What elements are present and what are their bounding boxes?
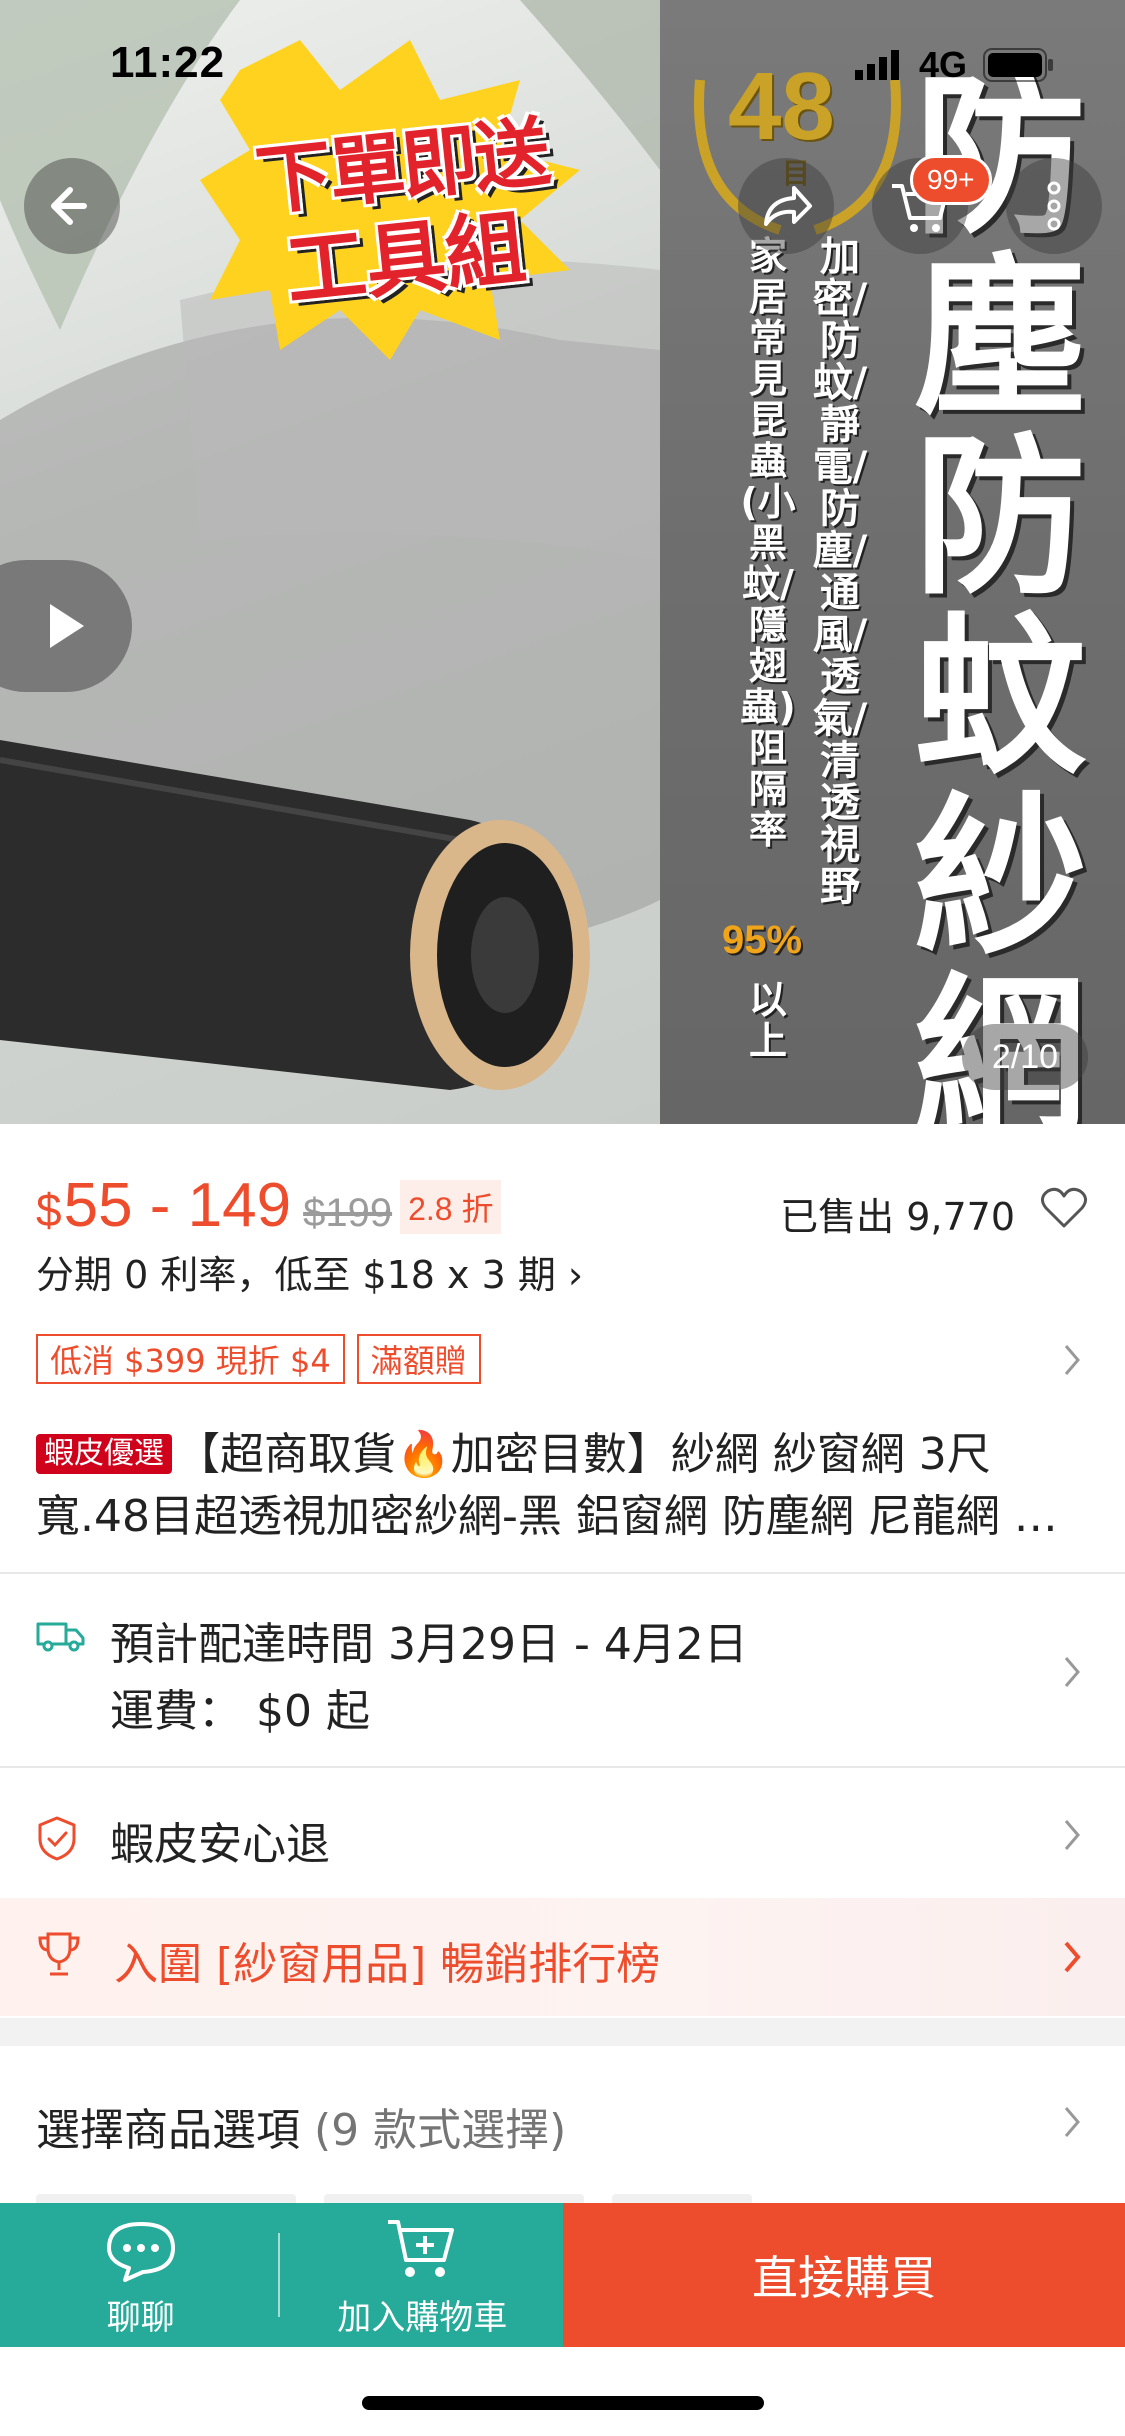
back-button[interactable]: [24, 158, 120, 254]
chevron-right-icon[interactable]: [1060, 1815, 1084, 1855]
variation-selector[interactable]: 選擇商品選項 (9 款式選擇): [36, 2094, 566, 2158]
promo-tag[interactable]: 低消 $399 現折 $4: [36, 1334, 345, 1384]
delivery-estimate[interactable]: 預計配達時間 3月29日 - 4月2日: [110, 1608, 748, 1672]
chat-icon: [106, 2222, 175, 2282]
product-image-carousel[interactable]: 下單即送 工具組 48 目 防塵防蚊紗網 加密/防蚊/靜電/防塵/通風/透氣/清…: [0, 0, 1125, 1124]
original-price: $199: [303, 1191, 393, 1235]
return-guarantee[interactable]: 蝦皮安心退: [110, 1808, 330, 1872]
add-to-cart-label: 加入購物車: [337, 2298, 508, 2338]
preferred-seller-badge: 蝦皮優選: [36, 1434, 172, 1474]
more-button[interactable]: [1006, 158, 1102, 254]
chat-label: 聊聊: [106, 2298, 175, 2338]
bottom-action-bar: 聊聊 加入購物車 直接購買: [0, 2203, 1125, 2347]
sold-count: 已售出 9,770: [780, 1195, 1015, 1239]
product-title-text: 【超商取貨🔥加密目數】紗網 紗窗網 3尺寬.48目超透視加密紗網-黑 鋁窗網 防…: [36, 1429, 1058, 1542]
play-video-button[interactable]: [0, 560, 132, 692]
cart-count-badge: 99+: [910, 155, 992, 205]
product-title: 蝦皮優選 【超商取貨🔥加密目數】紗網 紗窗網 3尺寬.48目超透視加密紗網-黑 鋁…: [36, 1424, 1086, 1548]
block-rate-percent: 95%: [722, 918, 803, 962]
add-to-cart-button[interactable]: 加入購物車: [282, 2203, 564, 2347]
price-currency: $: [36, 1184, 62, 1236]
play-icon: [50, 604, 84, 648]
price-range: 55 - 149: [63, 1171, 292, 1240]
price-row: $ 55 - 149 $199 2.8 折: [36, 1170, 502, 1241]
signal-icon: [854, 50, 899, 80]
back-arrow-icon: [51, 187, 87, 225]
variation-count: (9 款式選擇): [314, 2105, 567, 2156]
status-indicators: 4G: [854, 44, 1055, 86]
block-rate-suffix: 以上: [748, 978, 787, 1063]
bottom-separator: [278, 2233, 280, 2317]
image-page-indicator: 2/10: [962, 1024, 1088, 1090]
truck-icon: [36, 1622, 85, 1652]
home-indicator[interactable]: [362, 2396, 764, 2410]
shield-check-icon: [38, 1816, 76, 1861]
discount-badge: 2.8 折: [400, 1180, 502, 1234]
status-time: 11:22: [110, 38, 226, 87]
share-button[interactable]: [738, 158, 834, 254]
battery-icon: [983, 48, 1053, 82]
network-type: 4G: [918, 44, 967, 85]
variation-label: 選擇商品選項: [36, 2105, 300, 2156]
feature-list-vertical: 加密/防蚊/靜電/防塵/通風/透氣/清透視野: [812, 234, 868, 910]
buy-now-button[interactable]: 直接購買: [563, 2203, 1125, 2347]
chat-button[interactable]: 聊聊: [0, 2203, 282, 2347]
section-gap: [0, 2018, 1125, 2046]
promo-tag[interactable]: 滿額贈: [356, 1334, 481, 1384]
trophy-icon: [38, 1932, 80, 1976]
chevron-right-icon[interactable]: [1060, 1340, 1084, 1380]
shipping-fee[interactable]: 運費： $0 起: [110, 1675, 370, 1739]
divider: [0, 1572, 1125, 1574]
more-icon: [1047, 181, 1061, 231]
installment-info[interactable]: 分期 0 利率，低至 $18 x 3 期 ›: [36, 1244, 583, 1299]
share-icon: [764, 186, 812, 226]
insect-block-text: 家居常見昆蟲(小黑蚊/隱翅蟲)阻隔率: [740, 234, 796, 852]
heart-icon[interactable]: [1040, 1186, 1088, 1230]
promo-tags[interactable]: 低消 $399 現折 $4 滿額贈: [36, 1334, 481, 1384]
chevron-right-icon[interactable]: [1060, 1937, 1084, 1977]
divider: [0, 1766, 1125, 1768]
add-cart-icon: [388, 2220, 455, 2277]
chevron-right-icon[interactable]: [1060, 2102, 1084, 2142]
bottom-left-actions: 聊聊 加入購物車: [0, 2203, 563, 2347]
chevron-right-icon[interactable]: [1060, 1652, 1084, 1692]
ranking-label[interactable]: 入圍 [紗窗用品] 暢銷排行榜: [114, 1928, 660, 1992]
status-bar: 11:22 4G: [0, 0, 1125, 130]
